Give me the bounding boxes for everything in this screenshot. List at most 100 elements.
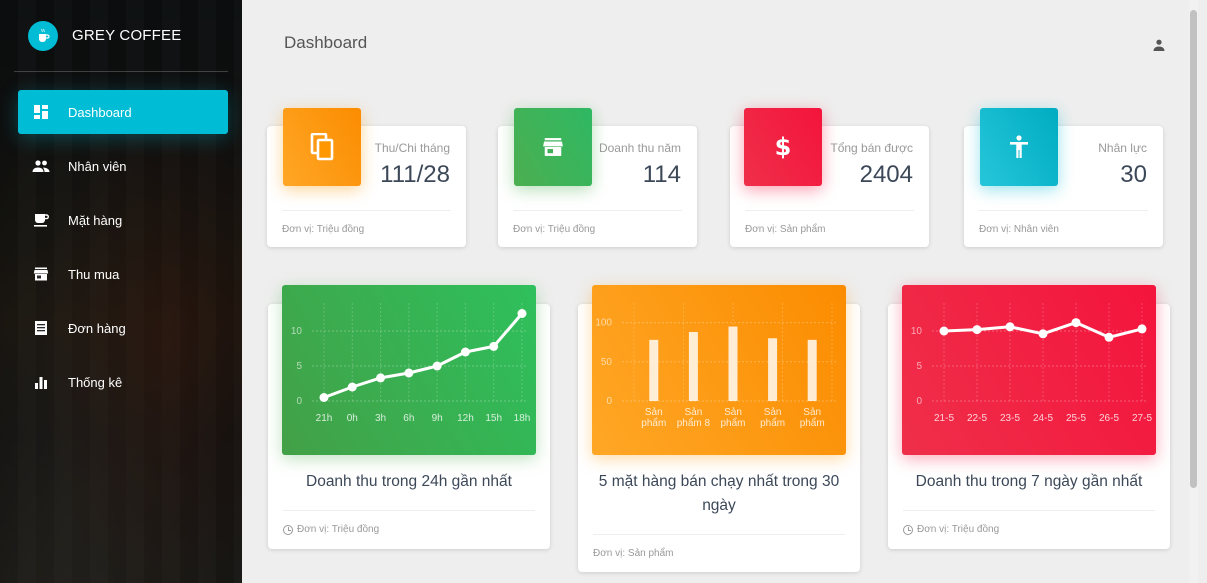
copy-icon xyxy=(283,108,361,186)
top-navbar: Dashboard xyxy=(242,8,1198,76)
x-tick-label: 27-5 xyxy=(1132,413,1152,424)
sidebar-item-thong-ke[interactable]: Thống kê xyxy=(18,360,228,404)
y-tick-label: 50 xyxy=(601,357,613,368)
bar xyxy=(768,338,778,401)
brand[interactable]: GREY COFFEE xyxy=(14,0,228,72)
x-tick-label: 12h xyxy=(457,413,474,424)
sidebar-item-mat-hang[interactable]: Mặt hàng xyxy=(18,198,228,242)
chart-card-revenue-24h: 0 5 10 21h 0h 3h 6h 9h 12h 15h 18h Doanh thu trong… xyxy=(268,285,550,549)
sidebar-item-don-hang[interactable]: Đơn hàng xyxy=(18,306,228,350)
stat-value: 114 xyxy=(642,161,681,188)
x-tick-label: Sản phẩm xyxy=(800,407,825,429)
chart-footer-text: Đơn vị: Sản phẩm xyxy=(593,548,674,559)
person-icon[interactable] xyxy=(1152,38,1168,54)
divider xyxy=(513,210,682,211)
chart-footer-text: Đơn vị: Triệu đồng xyxy=(917,524,1000,535)
chart-footer: Đơn vị: Triệu đồng xyxy=(903,524,999,535)
dollar-icon: $ xyxy=(744,108,822,186)
bar xyxy=(807,339,817,401)
data-point xyxy=(1071,318,1081,328)
stat-card-tong-ban: $ Tổng bán được 2404 Đơn vị: Sản phẩm xyxy=(730,108,929,247)
scroll-thumb[interactable] xyxy=(1190,10,1197,488)
x-tick-label: 26-5 xyxy=(1099,413,1119,424)
store-icon xyxy=(32,265,50,283)
stat-value: 111/28 xyxy=(380,161,450,188)
chart-footer: Đơn vị: Sản phẩm xyxy=(593,548,673,559)
data-point xyxy=(347,382,357,392)
page-title: Dashboard xyxy=(284,33,368,52)
chart-card-top-products: 0 50 100 Sản phẩm Sản phẩm 8 Sản phẩm Sản phẩm Sản p… xyxy=(578,285,860,572)
line-chart-24h: 0 5 10 21h 0h 3h 6h 9h 12h 15h 18h xyxy=(291,303,530,424)
x-tick-label: Sản phẩm xyxy=(760,407,785,429)
store-icon xyxy=(514,108,592,186)
y-tick-label: 10 xyxy=(291,326,303,337)
x-tick-label: 15h xyxy=(485,413,502,424)
data-point xyxy=(517,309,527,318)
data-point xyxy=(972,325,982,335)
y-tick-label: 0 xyxy=(916,396,922,407)
data-point xyxy=(1038,329,1048,339)
sidebar-item-nhan-vien[interactable]: Nhân viên xyxy=(18,144,228,188)
sidebar-item-label: Dashboard xyxy=(68,104,132,120)
stat-card-doanh-thu-nam: Doanh thu năm 114 Đơn vị: Triệu đồng xyxy=(498,108,697,247)
bar xyxy=(728,326,738,401)
divider xyxy=(745,210,914,211)
scrollbar[interactable] xyxy=(1189,0,1198,583)
stat-value: 2404 xyxy=(859,161,913,188)
dashboard-icon xyxy=(32,103,50,121)
clock-icon xyxy=(903,524,913,535)
sidebar-item-thu-mua[interactable]: Thu mua xyxy=(18,252,228,296)
chart-card-revenue-7d: 0 5 10 21-5 22-5 23-5 24-5 25-5 26-5 27-5 Doanh t… xyxy=(888,285,1170,549)
line-chart-7d: 0 5 10 21-5 22-5 23-5 24-5 25-5 26-5 27-5 xyxy=(911,303,1152,424)
x-tick-label: Sản phẩm xyxy=(641,407,666,429)
divider xyxy=(979,210,1148,211)
y-tick-label: 5 xyxy=(296,361,302,372)
data-point xyxy=(460,347,470,357)
y-tick-label: 0 xyxy=(606,396,612,407)
data-point xyxy=(404,368,414,378)
stat-footer: Đơn vị: Triệu đồng xyxy=(282,224,365,235)
chart-revenue-24h: 0 5 10 21h 0h 3h 6h 9h 12h 15h 18h xyxy=(282,285,536,455)
sidebar-item-dashboard[interactable]: Dashboard xyxy=(18,90,228,134)
cup-icon xyxy=(32,211,50,229)
sidebar-item-label: Đơn hàng xyxy=(68,320,126,336)
stat-footer: Đơn vị: Nhân viên xyxy=(979,224,1059,235)
bar-chart-products: 0 50 100 Sản phẩm Sản phẩm 8 Sản phẩm Sản phẩm Sản p… xyxy=(595,303,836,429)
stat-value: 30 xyxy=(1120,161,1147,188)
chart-title: Doanh thu trong 7 ngày gần nhất xyxy=(915,473,1143,490)
y-tick-label: 10 xyxy=(911,326,923,337)
data-point xyxy=(1137,324,1147,334)
x-tick-label: 24-5 xyxy=(1033,413,1053,424)
sidebar-item-label: Mặt hàng xyxy=(68,212,123,228)
stat-card-thu-chi: Thu/Chi tháng 111/28 Đơn vị: Triệu đồng xyxy=(267,108,466,247)
x-tick-label: Sản phẩm xyxy=(720,407,745,429)
sidebar-item-label: Thống kê xyxy=(68,374,123,390)
x-tick-label: 22-5 xyxy=(967,413,987,424)
stat-label: Thu/Chi tháng xyxy=(374,141,450,155)
stat-label: Doanh thu năm xyxy=(598,141,681,155)
stat-label: Nhân lực xyxy=(1098,141,1147,155)
data-point xyxy=(432,361,442,371)
bar-chart-icon xyxy=(32,373,50,391)
sidebar: GREY COFFEE Dashboard Nhân viên Mặt hàng xyxy=(0,0,242,583)
bar xyxy=(649,339,659,401)
data-point xyxy=(376,373,386,383)
divider xyxy=(282,210,451,211)
x-tick-label: 0h xyxy=(347,413,358,424)
chart-footer-text: Đơn vị: Triệu đồng xyxy=(297,524,380,535)
divider xyxy=(903,510,1155,511)
brand-name: GREY COFFEE xyxy=(72,27,182,44)
x-tick-label: 21h xyxy=(316,413,333,424)
sidebar-item-label: Thu mua xyxy=(68,266,120,282)
stat-footer: Đơn vị: Sản phẩm xyxy=(745,224,826,235)
x-tick-label: 3h xyxy=(375,413,386,424)
receipt-icon xyxy=(32,319,50,337)
x-tick-label: 6h xyxy=(403,413,414,424)
people-icon xyxy=(32,157,50,175)
x-tick-label: Sản phẩm 8 xyxy=(677,407,711,429)
dollar-sign: $ xyxy=(774,133,792,161)
clock-icon xyxy=(283,524,293,535)
data-point xyxy=(489,341,499,351)
x-tick-label: 25-5 xyxy=(1066,413,1086,424)
y-tick-label: 100 xyxy=(595,318,612,329)
